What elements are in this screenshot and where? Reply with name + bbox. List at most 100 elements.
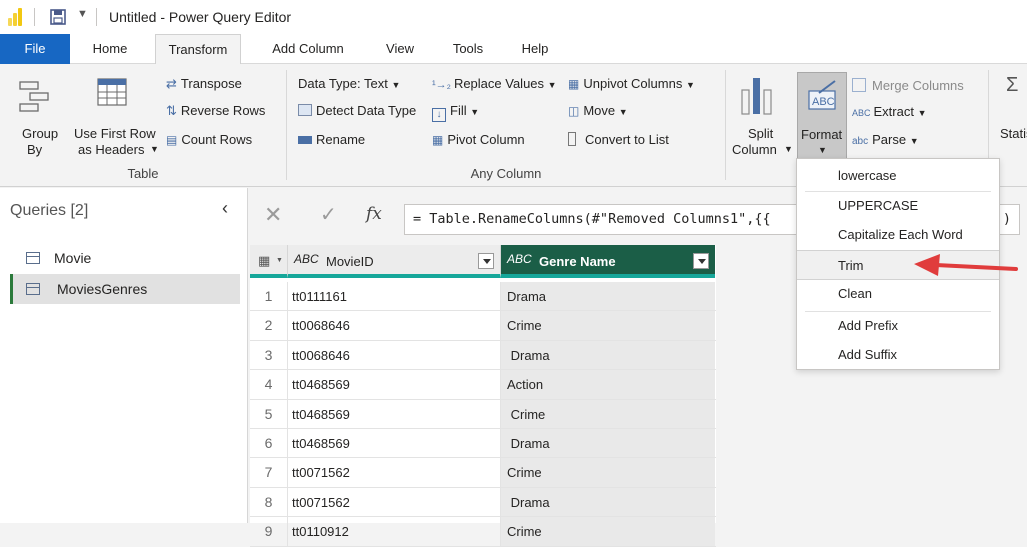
replace-values-button[interactable]: ¹→₂ Replace Values ▼ xyxy=(432,76,557,91)
movieid-cell[interactable]: tt0468569 xyxy=(288,429,501,458)
collapse-pane-icon[interactable]: ‹ xyxy=(222,198,228,219)
move-button[interactable]: ◫ Move ▼ xyxy=(568,103,628,118)
tab-add-column[interactable]: Add Column xyxy=(258,34,358,64)
genre-name-cell[interactable]: Drama xyxy=(501,282,715,311)
split-column-icon xyxy=(741,78,772,115)
column-filter-dropdown[interactable] xyxy=(693,253,709,269)
pivot-column-button[interactable]: ▦ Pivot Column xyxy=(432,132,525,147)
replace-values-label: Replace Values xyxy=(453,76,545,91)
column-filter-dropdown[interactable] xyxy=(478,253,494,269)
menu-item-uppercase[interactable]: UPPERCASE xyxy=(797,191,999,221)
data-type-dropdown[interactable]: Data Type: Text ▼ xyxy=(298,76,400,91)
parse-button[interactable]: abc Parse ▼ xyxy=(852,132,919,147)
genre-name-cell[interactable]: Drama xyxy=(501,487,715,517)
movieid-cell[interactable]: tt0068646 xyxy=(288,311,501,340)
group-by-button[interactable]: Group By xyxy=(8,72,60,157)
genre-name-cell[interactable]: Crime xyxy=(501,517,715,546)
menu-item-lowercase[interactable]: lowercase xyxy=(797,161,999,191)
query-item-moviesgenres[interactable]: MoviesGenres xyxy=(10,274,240,304)
genre-name-cell[interactable]: Crime xyxy=(501,458,715,487)
table-row[interactable]: 2 tt0068646 Crime xyxy=(250,311,716,341)
table-row[interactable]: 3 tt0068646 Drama xyxy=(250,340,716,371)
genre-name-cell[interactable]: Action xyxy=(501,370,715,399)
chevron-down-icon: ▼ xyxy=(618,107,628,117)
table-icon xyxy=(26,283,40,295)
text-type-icon[interactable]: ABC xyxy=(294,252,319,266)
reverse-rows-button[interactable]: ⇅ Reverse Rows xyxy=(166,103,265,123)
movieid-cell[interactable]: tt0071562 xyxy=(288,458,501,487)
transpose-label: Transpose xyxy=(180,76,242,91)
movieid-cell[interactable]: tt0071562 xyxy=(288,487,501,517)
tab-home[interactable]: Home xyxy=(80,34,140,64)
ribbon-tab-strip: File Home Transform Add Column View Tool… xyxy=(0,34,1027,65)
rename-icon xyxy=(298,136,312,144)
table-row[interactable]: 1 tt0111161 Drama xyxy=(250,282,716,312)
chevron-down-icon: ▼ xyxy=(917,108,927,118)
query-item-movie[interactable]: Movie xyxy=(10,243,240,273)
group-by-icon xyxy=(19,81,49,112)
table-row[interactable]: 9 tt0110912 Crime xyxy=(250,517,716,547)
menu-item-clean[interactable]: Clean xyxy=(797,279,999,309)
genre-name-cell[interactable]: Crime xyxy=(501,311,715,340)
row-number: 4 xyxy=(250,370,288,399)
extract-button[interactable]: ABC Extract ▼ xyxy=(852,104,927,119)
format-button[interactable]: ABC Format ▼ xyxy=(797,72,847,162)
commit-formula-icon[interactable]: ✓ xyxy=(320,202,337,227)
quick-access-dropdown-icon[interactable]: ▼ xyxy=(77,8,88,20)
use-first-row-as-headers-button[interactable]: Use First Row as Headers ▼ xyxy=(74,72,164,157)
tab-help[interactable]: Help xyxy=(510,34,560,64)
title-separator xyxy=(96,8,97,26)
table-row[interactable]: 5 tt0468569 Crime xyxy=(250,399,716,429)
genre-name-cell[interactable]: Crime xyxy=(501,399,715,428)
menu-item-add-suffix[interactable]: Add Suffix xyxy=(797,340,999,370)
movieid-cell[interactable]: tt0068646 xyxy=(288,340,501,370)
tab-transform[interactable]: Transform xyxy=(155,34,241,65)
movieid-cell[interactable]: tt0110912 xyxy=(288,517,501,546)
statistics-button[interactable]: Σ Statis xyxy=(998,72,1027,162)
text-type-icon[interactable]: ABC xyxy=(507,252,532,266)
query-name: MoviesGenres xyxy=(57,281,148,297)
transpose-button[interactable]: ⇄ Transpose xyxy=(166,76,242,96)
table-row[interactable]: 8 tt0071562 Drama xyxy=(250,487,716,518)
movieid-cell[interactable]: tt0468569 xyxy=(288,370,501,399)
statistics-icon: Σ xyxy=(1006,74,1019,96)
unpivot-columns-button[interactable]: ▦ Unpivot Columns ▼ xyxy=(568,76,695,91)
use-first-row-label-2: as Headers xyxy=(78,142,145,157)
move-label: Move xyxy=(583,103,616,118)
table-menu-button[interactable]: ▦ ▼ xyxy=(250,245,288,278)
fill-down-icon: ↓ xyxy=(432,108,446,122)
movieid-cell[interactable]: tt0468569 xyxy=(288,399,501,428)
formula-text-tail: ) xyxy=(1002,211,1011,227)
detect-data-type-button[interactable]: Detect Data Type xyxy=(298,103,416,118)
split-column-button[interactable]: Split Column ▼ xyxy=(730,72,793,162)
column-header-movieid[interactable]: ABC MovieID xyxy=(288,245,501,278)
rename-button[interactable]: Rename xyxy=(298,132,365,147)
row-number: 9 xyxy=(250,517,288,546)
movieid-cell[interactable]: tt0111161 xyxy=(288,282,501,311)
fill-button[interactable]: ↓ Fill ▼ xyxy=(432,103,479,122)
table-headers-icon xyxy=(97,78,127,106)
chevron-down-icon: ▼ xyxy=(470,107,480,117)
table-row[interactable]: 6 tt0468569 Drama xyxy=(250,429,716,459)
merge-columns-button[interactable]: Merge Columns xyxy=(852,78,964,93)
convert-to-list-button[interactable]: Convert to List xyxy=(568,132,669,147)
split-column-label-2: Column xyxy=(732,142,777,157)
genre-name-cell[interactable]: Drama xyxy=(501,340,715,370)
row-number: 5 xyxy=(250,399,288,428)
tab-file[interactable]: File xyxy=(0,34,70,64)
genre-name-cell[interactable]: Drama xyxy=(501,429,715,458)
column-header-genre-name[interactable]: ABC Genre Name xyxy=(501,245,715,278)
menu-item-add-prefix[interactable]: Add Prefix xyxy=(797,311,999,341)
group-separator xyxy=(286,70,287,180)
title-separator xyxy=(34,8,35,26)
table-row[interactable]: 4 tt0468569 Action xyxy=(250,370,716,400)
tab-view[interactable]: View xyxy=(375,34,425,64)
menu-item-capitalize-each-word[interactable]: Capitalize Each Word xyxy=(797,220,999,250)
tab-tools[interactable]: Tools xyxy=(443,34,493,64)
table-row[interactable]: 7 tt0071562 Crime xyxy=(250,458,716,488)
table-menu-icon: ▦ xyxy=(258,253,271,268)
count-rows-button[interactable]: ▤ Count Rows xyxy=(166,132,252,152)
fx-icon[interactable]: fx xyxy=(366,204,382,224)
save-icon[interactable] xyxy=(50,9,66,25)
cancel-formula-icon[interactable]: ✕ xyxy=(264,202,282,228)
